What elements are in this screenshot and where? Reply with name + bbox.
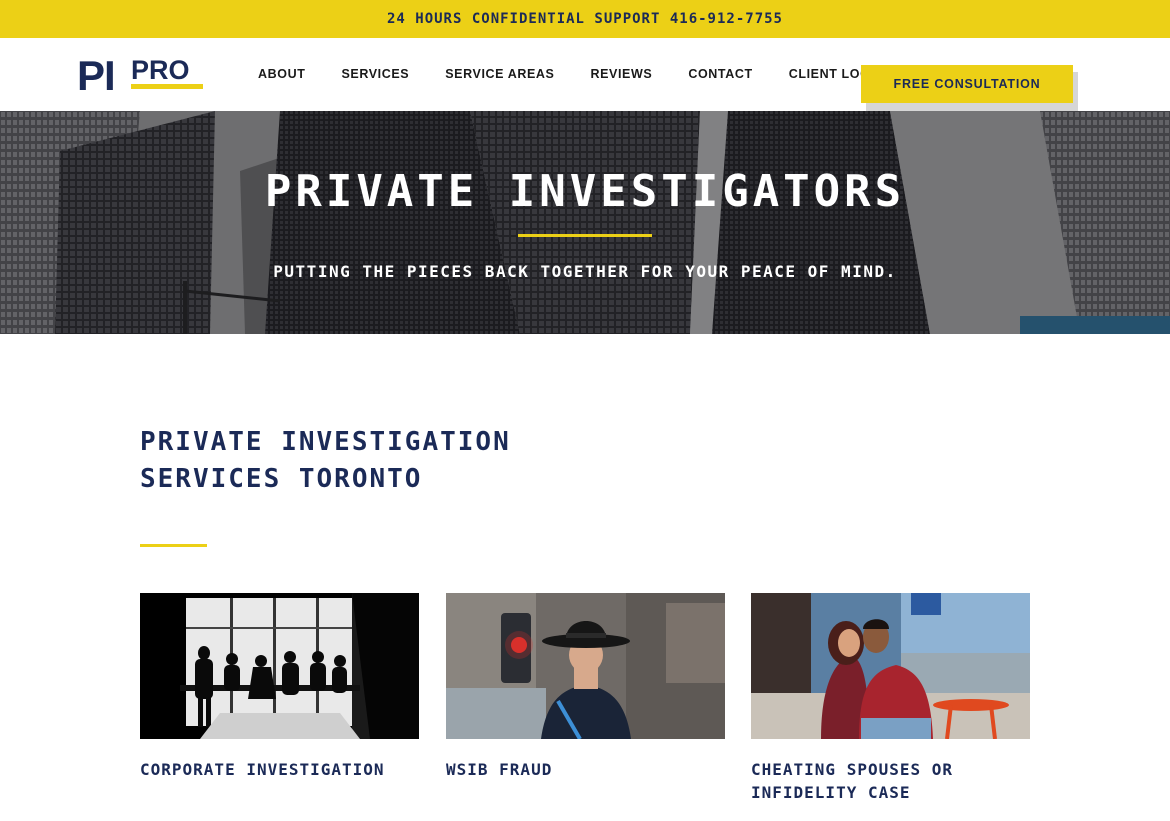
- services-heading-line2: SERVICES TORONTO: [140, 464, 423, 494]
- free-consultation-button[interactable]: FREE CONSULTATION: [861, 65, 1073, 103]
- hero-title: PRIVATE INVESTIGATORS: [264, 166, 906, 217]
- support-bar-text[interactable]: 24 HOURS CONFIDENTIAL SUPPORT 416-912-77…: [387, 11, 783, 27]
- hero-subtitle: PUTTING THE PIECES BACK TOGETHER FOR YOU…: [273, 262, 897, 281]
- couple-cafe-image[interactable]: [751, 593, 1030, 739]
- card-caption[interactable]: CORPORATE INVESTIGATION: [140, 758, 419, 781]
- card-caption[interactable]: CHEATING SPOUSES OR INFIDELITY CASE: [751, 758, 1030, 804]
- nav-reviews[interactable]: REVIEWS: [590, 67, 652, 81]
- support-bar: 24 HOURS CONFIDENTIAL SUPPORT 416-912-77…: [0, 0, 1170, 38]
- nav-about[interactable]: ABOUT: [258, 67, 305, 81]
- site-header: PI PRO ABOUT SERVICES SERVICE AREAS REVI…: [0, 38, 1170, 116]
- corporate-meeting-image[interactable]: [140, 593, 419, 739]
- pipro-logo[interactable]: PI PRO: [77, 55, 205, 91]
- nav-service-areas[interactable]: SERVICE AREAS: [445, 67, 554, 81]
- services-heading: PRIVATE INVESTIGATION SERVICES TORONTO: [140, 424, 660, 498]
- logo-underline: [131, 84, 203, 89]
- nav-services[interactable]: SERVICES: [341, 67, 409, 81]
- card-caption-line2: INFIDELITY CASE: [751, 783, 911, 802]
- card-corporate-investigation[interactable]: CORPORATE INVESTIGATION: [140, 593, 419, 781]
- services-heading-divider: [140, 544, 207, 547]
- logo-pro: PRO: [131, 55, 190, 85]
- card-caption[interactable]: WSIB FRAUD: [446, 758, 725, 781]
- card-cheating-spouses[interactable]: CHEATING SPOUSES OR INFIDELITY CASE: [751, 593, 1030, 804]
- card-caption-line1: CHEATING SPOUSES OR: [751, 760, 954, 779]
- services-heading-line1: PRIVATE INVESTIGATION: [140, 427, 511, 457]
- man-in-hat-image[interactable]: [446, 593, 725, 739]
- card-wsib-fraud[interactable]: WSIB FRAUD: [446, 593, 725, 781]
- hero-overlay: [0, 111, 1170, 334]
- logo-pi: PI: [77, 55, 115, 91]
- hero-banner: PRIVATE INVESTIGATORS PUTTING THE PIECES…: [0, 111, 1170, 334]
- nav-contact[interactable]: CONTACT: [688, 67, 752, 81]
- main-nav: ABOUT SERVICES SERVICE AREAS REVIEWS CON…: [258, 67, 920, 81]
- hero-divider: [518, 234, 652, 237]
